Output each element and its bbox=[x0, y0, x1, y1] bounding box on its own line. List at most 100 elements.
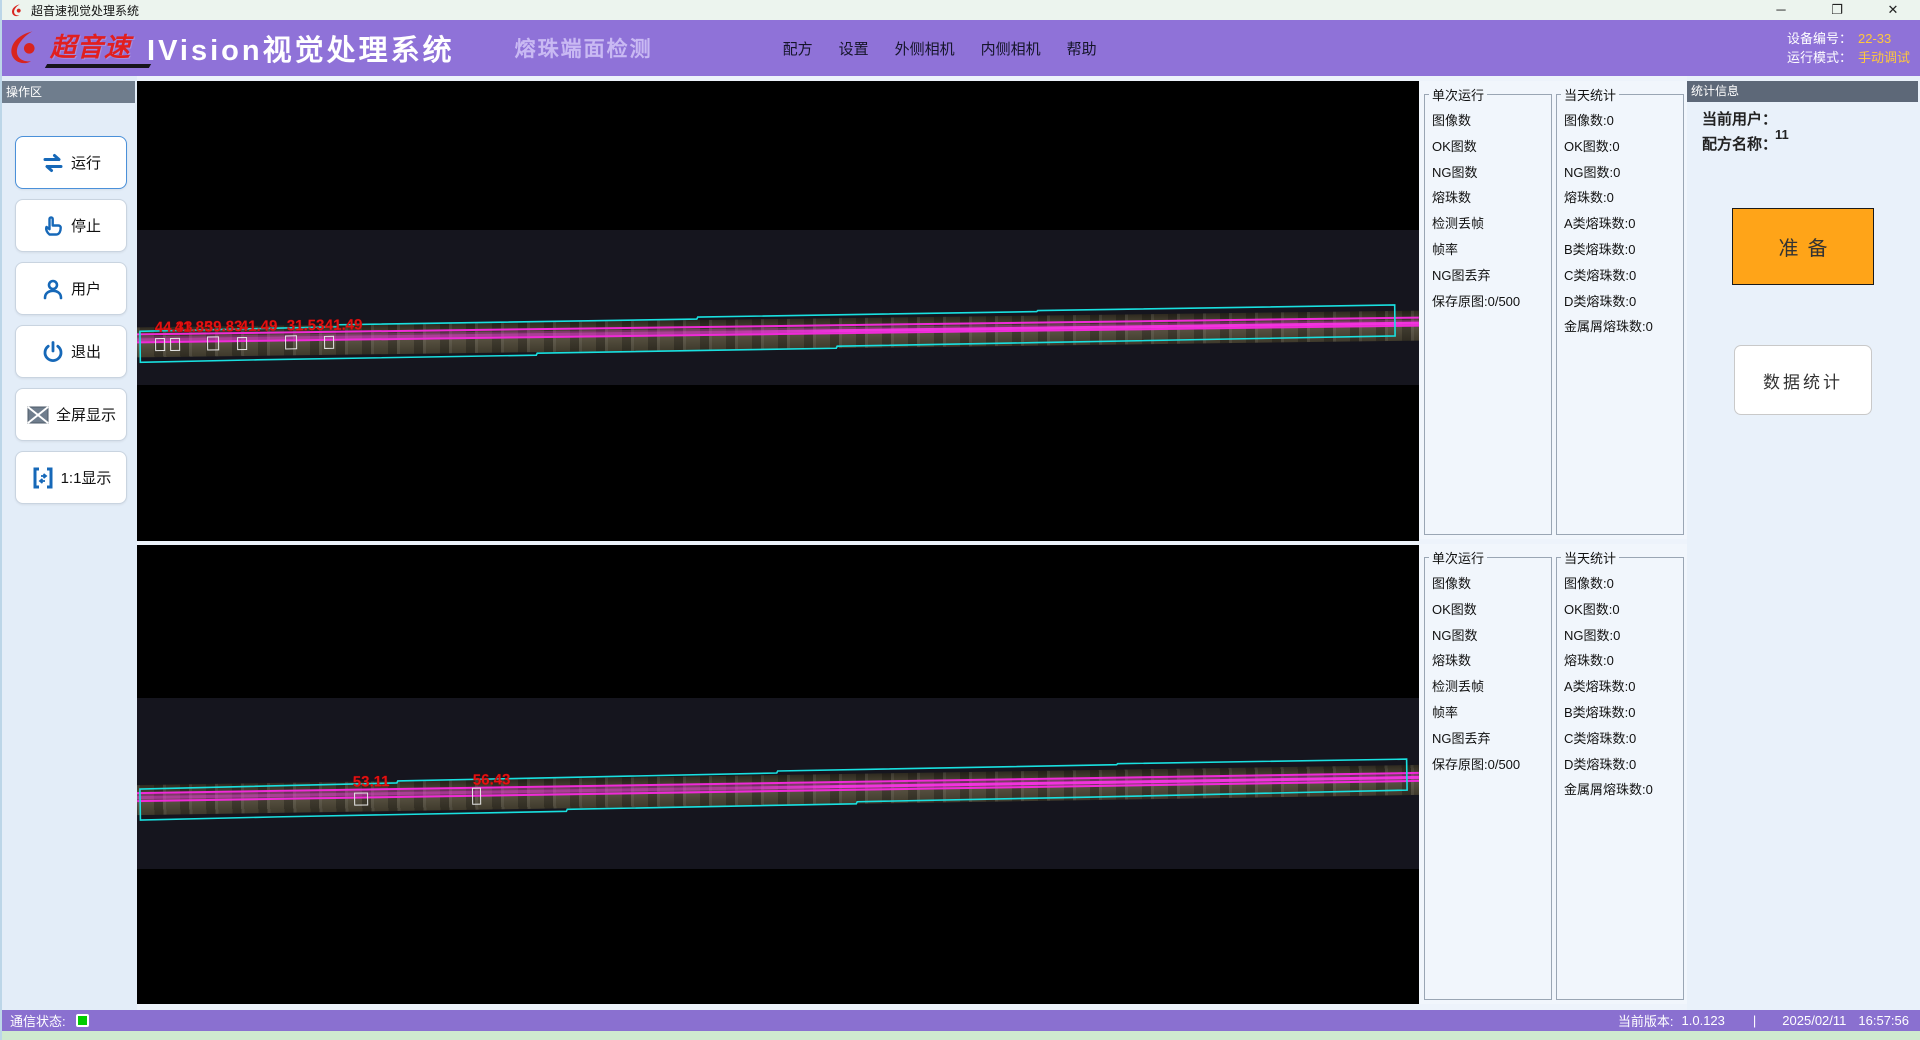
detection-box bbox=[155, 338, 165, 351]
data-statistics-button[interactable]: 数据统计 bbox=[1734, 345, 1872, 415]
weld-strip-overlay: 44.33 41.85 39.83 41.49 31.53 41.49 bbox=[137, 311, 1419, 355]
single-run-group: 单次运行 图像数OK图数NG图数熔珠数检测丢帧帧率NG图丢弃保存原图:0/500 bbox=[1424, 85, 1552, 535]
weld-strip-overlay: 53.11 56.43 bbox=[137, 767, 1419, 811]
stat-row: A类熔珠数:0 bbox=[1564, 674, 1683, 700]
menu-item[interactable]: 配方 bbox=[783, 38, 813, 59]
stat-row: 帧率 bbox=[1432, 237, 1551, 263]
single-run-rows: 图像数OK图数NG图数熔珠数检测丢帧帧率NG图丢弃保存原图:0/500 bbox=[1425, 567, 1551, 777]
brand-name: 超音速 bbox=[48, 27, 137, 70]
stat-row: 图像数:0 bbox=[1564, 108, 1683, 134]
stat-row: NG图丢弃 bbox=[1432, 726, 1551, 752]
minimize-button[interactable]: ─ bbox=[1770, 1, 1792, 19]
one-to-one-button[interactable]: 1:1显示 bbox=[15, 451, 127, 504]
device-number-label: 设备编号： bbox=[1787, 31, 1852, 46]
run-button[interactable]: 运行 bbox=[15, 136, 127, 189]
stat-row: 金属屑熔珠数:0 bbox=[1564, 314, 1683, 340]
stat-row: C类熔珠数:0 bbox=[1564, 726, 1683, 752]
detection-box bbox=[207, 336, 219, 350]
header-bar: 超音速 IVision视觉处理系统 熔珠端面检测 配方设置外侧相机内侧相机帮助 … bbox=[2, 20, 1920, 76]
menu-item[interactable]: 内侧相机 bbox=[981, 38, 1041, 59]
brand-block: 超音速 IVision视觉处理系统 熔珠端面检测 bbox=[2, 20, 653, 76]
comm-status-indicator bbox=[76, 1014, 89, 1027]
measurement-label: 53.11 bbox=[353, 773, 390, 791]
stat-row: OK图数:0 bbox=[1564, 597, 1683, 623]
recipe-name-label: 配方名称： bbox=[1702, 133, 1777, 154]
stat-row: NG图数:0 bbox=[1564, 160, 1683, 186]
stat-row: 熔珠数 bbox=[1432, 185, 1551, 211]
stat-row: 帧率 bbox=[1432, 700, 1551, 726]
measurement-label: 41.49 bbox=[240, 318, 278, 335]
camera-image-area: 44.33 41.85 39.83 41.49 31.53 41.49 bbox=[137, 76, 1419, 1010]
detection-box bbox=[170, 338, 180, 351]
menu-item[interactable]: 帮助 bbox=[1067, 38, 1097, 59]
stat-row: OK图数 bbox=[1432, 597, 1551, 623]
operation-sidebar: 操作区 运行 停止 bbox=[2, 76, 137, 1010]
window-controls: ─ ❐ ✕ bbox=[1770, 1, 1914, 19]
one-to-one-icon bbox=[31, 466, 55, 490]
exit-button[interactable]: 退出 bbox=[15, 325, 127, 378]
stop-button[interactable]: 停止 bbox=[15, 199, 127, 252]
window-title: 超音速视觉处理系统 bbox=[31, 2, 139, 19]
version-label: 当前版本: bbox=[1618, 1011, 1674, 1030]
exit-button-label: 退出 bbox=[71, 341, 101, 362]
daily-stats-title: 当天统计 bbox=[1561, 85, 1619, 104]
run-button-label: 运行 bbox=[71, 152, 101, 173]
stat-row: NG图数 bbox=[1432, 623, 1551, 649]
stop-hand-icon bbox=[41, 214, 65, 238]
stat-row: 图像数 bbox=[1432, 108, 1551, 134]
device-number-value: 22-33 bbox=[1858, 31, 1891, 46]
menu-item[interactable]: 设置 bbox=[839, 38, 869, 59]
fullscreen-button[interactable]: 全屏显示 bbox=[15, 388, 127, 441]
user-button[interactable]: 用户 bbox=[15, 262, 127, 315]
user-icon bbox=[41, 277, 65, 301]
power-icon bbox=[41, 340, 65, 364]
version-value: 1.0.123 bbox=[1682, 1013, 1725, 1028]
daily-stats-rows: 图像数:0OK图数:0NG图数:0熔珠数:0A类熔珠数:0B类熔珠数:0C类熔珠… bbox=[1557, 104, 1683, 340]
current-user-label: 当前用户： bbox=[1702, 108, 1777, 129]
stat-row: D类熔珠数:0 bbox=[1564, 289, 1683, 315]
current-date: 2025/02/11 bbox=[1782, 1013, 1846, 1028]
brand-underline bbox=[45, 64, 151, 68]
stat-row: NG图数:0 bbox=[1564, 623, 1683, 649]
stat-row: B类熔珠数:0 bbox=[1564, 237, 1683, 263]
brand-swoosh-icon bbox=[6, 28, 46, 68]
fullscreen-button-label: 全屏显示 bbox=[56, 404, 116, 425]
measurement-label: 31.53 bbox=[287, 317, 325, 334]
statistics-column: 单次运行 图像数OK图数NG图数熔珠数检测丢帧帧率NG图丢弃保存原图:0/500… bbox=[1419, 76, 1687, 1010]
measurement-label: 39.83 bbox=[205, 318, 243, 335]
stat-row: OK图数:0 bbox=[1564, 134, 1683, 160]
titlebar: 超音速视觉处理系统 ─ ❐ ✕ bbox=[2, 0, 1920, 20]
detection-box bbox=[354, 792, 368, 805]
content-area: 操作区 运行 停止 bbox=[2, 76, 1920, 1010]
stat-row: 金属屑熔珠数:0 bbox=[1564, 777, 1683, 803]
sidebar-buttons: 运行 停止 用户 bbox=[15, 136, 127, 504]
stat-row: C类熔珠数:0 bbox=[1564, 263, 1683, 289]
outer-camera-view[interactable]: 44.33 41.85 39.83 41.49 31.53 41.49 bbox=[137, 81, 1419, 541]
version-time-block: 当前版本: 1.0.123 | 2025/02/11 16:57:56 bbox=[1618, 1011, 1920, 1030]
inner-camera-view[interactable]: 53.11 56.43 bbox=[137, 545, 1419, 1004]
product-title: IVision视觉处理系统 bbox=[147, 27, 455, 69]
stat-row: 熔珠数:0 bbox=[1564, 185, 1683, 211]
run-mode-value: 手动调试 bbox=[1858, 50, 1910, 65]
stat-row: 熔珠数:0 bbox=[1564, 648, 1683, 674]
inner-camera-stats-panel: 单次运行 图像数OK图数NG图数熔珠数检测丢帧帧率NG图丢弃保存原图:0/500… bbox=[1419, 544, 1687, 1004]
daily-stats-group: 当天统计 图像数:0OK图数:0NG图数:0熔珠数:0A类熔珠数:0B类熔珠数:… bbox=[1556, 548, 1684, 1000]
stat-row: OK图数 bbox=[1432, 134, 1551, 160]
stat-row: 保存原图:0/500 bbox=[1432, 289, 1551, 315]
stat-row: A类熔珠数:0 bbox=[1564, 211, 1683, 237]
maximize-button[interactable]: ❐ bbox=[1826, 1, 1848, 19]
stat-row: 保存原图:0/500 bbox=[1432, 752, 1551, 778]
status-bar: 通信状态: 当前版本: 1.0.123 | 2025/02/11 16:57:5… bbox=[2, 1010, 1920, 1031]
close-button[interactable]: ✕ bbox=[1882, 1, 1904, 19]
run-arrows-icon bbox=[41, 151, 65, 175]
app-window: 超音速视觉处理系统 ─ ❐ ✕ 超音速 IVision视觉处理系统 熔珠端面检测… bbox=[0, 0, 1920, 1040]
stat-row: NG图数 bbox=[1432, 160, 1551, 186]
main-menu: 配方 设置 外侧相机 内侧相机 帮助 bbox=[783, 38, 1097, 59]
menu-item[interactable]: 外侧相机 bbox=[895, 38, 955, 59]
stat-row: 检测丢帧 bbox=[1432, 211, 1551, 237]
stat-row: 检测丢帧 bbox=[1432, 674, 1551, 700]
single-run-title: 单次运行 bbox=[1429, 85, 1487, 104]
daily-stats-group: 当天统计 图像数:0OK图数:0NG图数:0熔珠数:0A类熔珠数:0B类熔珠数:… bbox=[1556, 85, 1684, 535]
measurement-label: 41.49 bbox=[325, 316, 363, 333]
prepare-button[interactable]: 准备 bbox=[1732, 208, 1874, 285]
